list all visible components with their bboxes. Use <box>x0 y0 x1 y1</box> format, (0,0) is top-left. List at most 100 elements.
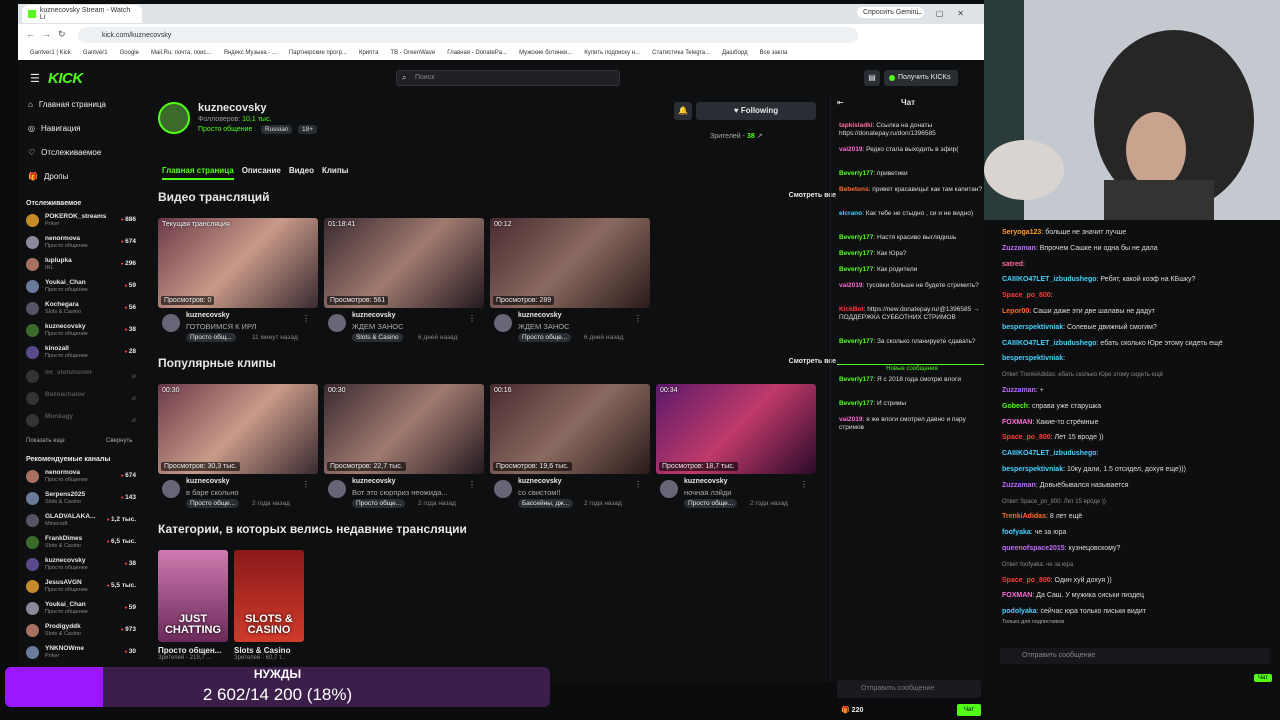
bookmark-item[interactable]: Яндекс Музыка - ... <box>224 50 277 56</box>
recommended-channel[interactable]: nenormovaПросто общение 674 <box>26 468 136 488</box>
browser-tab[interactable]: kuznecovsky Stream - Watch Li <box>22 5 142 23</box>
chat-username[interactable]: Beverly177 <box>839 234 873 241</box>
avatar[interactable] <box>494 480 512 498</box>
bookmark-item[interactable]: Главная - DonatePa... <box>447 50 507 56</box>
bookmark-item[interactable]: Дашборд <box>722 50 748 56</box>
followed-channel[interactable]: KochegaraSlots & Casino 56 <box>26 300 136 320</box>
collapse-link[interactable]: Свернуть <box>106 438 132 444</box>
bookmark-item[interactable]: Купить подписку н... <box>584 50 640 56</box>
video-title[interactable]: со свистом!! <box>518 488 638 497</box>
thumbnail[interactable]: 00:30 Просмотров: 22,7 тыс. <box>324 384 484 474</box>
chat-username[interactable]: tapkisladki <box>839 122 873 129</box>
recommended-channel[interactable]: ProdigyddkSlots & Casino 973 <box>26 622 136 642</box>
chat-username[interactable]: elcrano <box>839 210 862 217</box>
channel-name[interactable]: kuznecovsky <box>518 478 562 485</box>
chat-username[interactable]: KickBot <box>839 306 864 313</box>
category-tag[interactable]: Просто обще... <box>352 499 406 508</box>
offline-channel[interactable]: mr_slotshunter ⌀ <box>26 368 136 388</box>
channel-name[interactable]: kuznecovsky <box>186 312 230 319</box>
sidebar-item-3[interactable]: 🎁 Дропы <box>28 172 68 181</box>
offline-channel[interactable]: Beznachalov ⌀ <box>26 390 136 410</box>
thumbnail[interactable]: 00:12 Просмотров: 289 <box>490 218 650 308</box>
bookmark-item[interactable]: Партнерские прогр... <box>289 50 347 56</box>
bookmark-item[interactable]: Gantver1 | Kick <box>30 50 71 56</box>
chat-username[interactable]: vai2019 <box>839 146 863 153</box>
followed-channel[interactable]: kinozallПросто общение 28 <box>26 344 136 364</box>
channel-category[interactable]: Просто общение <box>198 126 252 133</box>
overlay-chat-input[interactable]: Отправить сообщение <box>1000 648 1270 664</box>
recommended-channel[interactable]: FrankDimesSlots & Casino 6,5 тыс. <box>26 534 136 554</box>
bookmark-item[interactable]: Google <box>120 50 139 56</box>
collapse-chat-icon[interactable]: ⇤ <box>837 98 844 107</box>
tab-2[interactable]: Видео <box>289 166 314 180</box>
thumbnail[interactable]: Текущая трансляция Просмотров: 0 <box>158 218 318 308</box>
category-card[interactable]: SLOTS & CASINO Slots & Casino Зрителей - 6… <box>234 550 304 661</box>
recommended-channel[interactable]: Serpens2025Slots & Casino 143 <box>26 490 136 510</box>
more-options-icon[interactable]: ⋮ <box>634 314 642 323</box>
show-more-link[interactable]: Показать еще <box>26 438 65 444</box>
avatar[interactable] <box>328 480 346 498</box>
category-tag[interactable]: Просто обще... <box>186 499 240 508</box>
category-tag[interactable]: Просто обще... <box>518 333 572 342</box>
channel-name[interactable]: kuznecovsky <box>684 478 728 485</box>
category-tag[interactable]: Просто обще... <box>684 499 738 508</box>
menu-icon[interactable]: ☰ <box>30 72 40 85</box>
category-tag[interactable]: Slots & Casino <box>352 333 403 342</box>
category-tag[interactable]: Бассейны, дж... <box>518 499 574 508</box>
chat-username[interactable]: Beverly177 <box>839 266 873 273</box>
video-title[interactable]: ЖДЕМ ЗАНОС <box>352 322 472 331</box>
address-bar[interactable]: kick.com/kuznecovsky <box>78 27 858 43</box>
stream-icon[interactable]: ▤ <box>864 70 880 86</box>
more-options-icon[interactable]: ⋮ <box>634 480 642 489</box>
tab-1[interactable]: Описание <box>242 166 281 180</box>
get-kicks-button[interactable]: Получить KICKs <box>884 70 958 86</box>
bookmark-item[interactable]: Все закла <box>760 50 788 56</box>
back-icon[interactable]: ← <box>26 29 35 39</box>
thumbnail[interactable]: 00:16 Просмотров: 19,6 тыс. <box>490 384 650 474</box>
chat-username[interactable]: vai2019 <box>839 416 863 423</box>
forward-icon[interactable]: → <box>42 29 51 39</box>
following-button[interactable]: ♥ Following <box>696 102 816 120</box>
chat-username[interactable]: Bebetons <box>839 186 869 193</box>
recommended-channel[interactable]: YNKNOWmePoker 30 <box>26 644 136 664</box>
videos-see-all-link[interactable]: Смотреть все <box>789 192 836 199</box>
more-options-icon[interactable]: ⋮ <box>468 314 476 323</box>
recommended-channel[interactable]: Youkai_ChanПросто общение 59 <box>26 600 136 620</box>
bookmark-item[interactable]: Mail.Ru: почта, поис... <box>151 50 212 56</box>
category-tag[interactable]: Просто общ... <box>186 333 236 342</box>
avatar[interactable] <box>660 480 678 498</box>
avatar[interactable] <box>162 314 180 332</box>
more-options-icon[interactable]: ⋮ <box>468 480 476 489</box>
followed-channel[interactable]: Youkai_ChanПросто общение 59 <box>26 278 136 298</box>
chat-username[interactable]: vai2019 <box>839 282 863 289</box>
video-title[interactable]: в баре скольно <box>186 488 306 497</box>
chat-send-button[interactable]: Чат <box>957 704 981 716</box>
video-title[interactable]: ГОТОВИМСЯ К ИРЛ <box>186 322 306 331</box>
chat-username[interactable]: Beverly177 <box>839 400 873 407</box>
new-messages-divider[interactable]: Новые сообщения <box>837 364 987 372</box>
followed-channel[interactable]: nenormovaПросто общение 674 <box>26 234 136 254</box>
thumbnail[interactable]: 00:30 Просмотров: 30,3 тыс. <box>158 384 318 474</box>
recommended-channel[interactable]: kuznecovskyПросто общение 38 <box>26 556 136 576</box>
channel-name[interactable]: kuznecovsky <box>198 102 266 114</box>
avatar[interactable] <box>162 480 180 498</box>
chat-username[interactable]: Beverly177 <box>839 376 873 383</box>
thumbnail[interactable]: 01:18:41 Просмотров: 561 <box>324 218 484 308</box>
chat-username[interactable]: Beverly177 <box>839 338 873 345</box>
chat-username[interactable]: Beverly177 <box>839 170 873 177</box>
overlay-chat-send-button[interactable]: Чат <box>1254 674 1272 682</box>
clips-see-all-link[interactable]: Смотреть все <box>789 358 836 365</box>
bookmark-item[interactable]: Статистика Telegra... <box>652 50 710 56</box>
avatar[interactable] <box>328 314 346 332</box>
video-title[interactable]: ЖДЕМ ЗАНОС <box>518 322 638 331</box>
sidebar-item-0[interactable]: ⌂ Главная страница <box>28 100 106 109</box>
category-name[interactable]: Просто общен... <box>158 646 228 655</box>
sidebar-item-2[interactable]: ♡ Отслеживаемое <box>28 148 101 157</box>
avatar[interactable] <box>494 314 512 332</box>
recommended-channel[interactable]: GLADVALAKA...Minecraft 1,2 тыс. <box>26 512 136 532</box>
offline-channel[interactable]: Monkagy ⌀ <box>26 412 136 432</box>
category-image[interactable]: SLOTS & CASINO <box>234 550 304 642</box>
recommended-channel[interactable]: JesusAVGNПросто общение 5,5 тыс. <box>26 578 136 598</box>
thumbnail[interactable]: 00:34 Просмотров: 18,7 тыс. <box>656 384 816 474</box>
reload-icon[interactable]: ↻ <box>58 29 66 40</box>
